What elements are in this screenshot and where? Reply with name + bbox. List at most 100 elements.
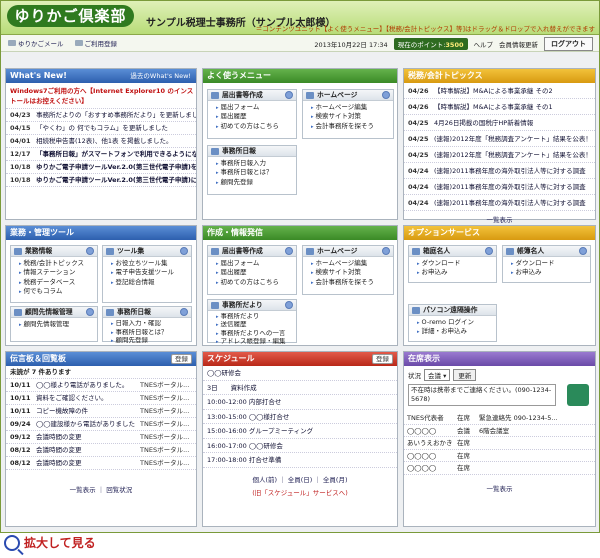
menu-link[interactable]: 送信履歴 [216, 321, 296, 329]
mail-button[interactable]: ゆりかごメール [4, 37, 68, 49]
schedule-item[interactable]: 10:00-12:00 内部打合せ [203, 395, 397, 410]
list-item[interactable]: 04/25 (速報)2012年度「税務調査アンケート」結果を公表！ [404, 147, 595, 163]
menu-link[interactable]: 事務所だよりへの一言 [216, 330, 296, 338]
schedule-item[interactable]: 3日 資料作成 [203, 381, 397, 395]
menu-link[interactable]: 登記総合情報 [111, 278, 191, 287]
menu-link[interactable]: 届出履歴 [216, 268, 296, 277]
menu-link[interactable]: 初めての方はこちら [216, 122, 296, 131]
table-row[interactable]: ◯◯◯◯ 会議 6階会議室 [404, 425, 595, 437]
menu-link[interactable]: 検索サイト対策 [311, 268, 393, 277]
list-item[interactable]: 04/25 4月26日掲載の国税庁HP新着情報 [404, 115, 595, 131]
list-item[interactable]: 04/24 (速報)2011事務年度の海外取引法人等に対する調査 [404, 179, 595, 195]
table-row[interactable]: 10/11 コピー機故障の件 TNESボータル... [6, 405, 196, 418]
menu-link[interactable]: 事務所日報とは？ [111, 329, 191, 338]
menu-link[interactable]: ホームページ編集 [311, 259, 393, 268]
list-item[interactable]: 04/23 事務所だよりの「おすすめ事務所だより」を更新しました [6, 109, 196, 122]
menu-link[interactable]: ダウンロード [511, 259, 590, 268]
gear-icon[interactable] [180, 308, 188, 316]
list-item[interactable]: 04/24 (速報)2011事務年度の海外取引法人等に対する調査 [404, 163, 595, 179]
status-update-button[interactable]: 更新 [453, 369, 477, 381]
menu-link[interactable]: アドレス帳登録・編集 [216, 338, 296, 346]
menu-link[interactable]: 税務/会計トピックス [19, 259, 97, 268]
topics-more-link[interactable]: 一覧表示 [404, 214, 595, 224]
zoom-link[interactable]: 拡大して見る [4, 534, 96, 551]
whatsnew-archive-link[interactable]: 過去のWhat's New! [130, 69, 191, 83]
menu-link[interactable]: 届出フォーム [216, 259, 296, 268]
schedule-item[interactable]: 13:00-15:00 ◯◯様打合せ [203, 410, 397, 424]
help-link[interactable]: ヘルプ [474, 39, 494, 49]
table-row[interactable]: 08/12 会議時間の変更 TNESボータル... [6, 444, 196, 457]
menu-link[interactable]: 税務データベース [19, 278, 97, 287]
gear-icon[interactable] [86, 247, 94, 255]
list-item[interactable]: 04/01 相続税申告書(12表)、他1表 を掲載しました。 [6, 135, 196, 148]
menu-link[interactable]: 届出履歴 [216, 112, 296, 121]
menu-link[interactable]: 顧問先登録 [216, 178, 296, 187]
register-button[interactable]: ご利用登録 [71, 37, 122, 49]
presence-more-link[interactable]: 一覧表示 [404, 483, 595, 493]
table-row[interactable]: あいうえおかき 在席 [404, 437, 595, 450]
gear-icon[interactable] [485, 247, 493, 255]
table-row[interactable]: 10/11 資料をご確認ください。 TNESボータル... [6, 392, 196, 405]
schedule-view-links[interactable]: 個人(前) ｜ 全員(日) ｜ 全員(月) [203, 474, 397, 484]
list-item[interactable]: Windows7ご利用の方へ【Internet Explorer10 のインスト… [6, 83, 196, 109]
menu-link[interactable]: ホームページ編集 [311, 103, 393, 112]
row-subject: 会議時間の変更 [36, 459, 82, 467]
gear-icon[interactable] [285, 247, 293, 255]
table-row[interactable]: 09/12 会議時間の変更 TNESボータル... [6, 431, 196, 444]
menu-link[interactable]: 会計事務所を探そう [311, 122, 393, 131]
gear-icon[interactable] [285, 91, 293, 99]
menu-link[interactable]: 顧問先情報管理 [19, 320, 97, 329]
menu-link[interactable]: 事務所日報入力 [216, 159, 296, 168]
logo[interactable]: ゆりかご倶楽部 [7, 5, 134, 27]
menu-link[interactable]: 何でもコラム [19, 287, 97, 296]
menu-link[interactable]: 情報ステーション [19, 268, 97, 277]
menu-link[interactable]: 詳細・お申込み [417, 327, 496, 336]
menu-link[interactable]: 届出フォーム [216, 103, 296, 112]
memo-textarea[interactable]: 不在時は携帯までご連絡ください。(090-1234-5678) [408, 384, 556, 406]
status-select[interactable]: 会議 ▾ [424, 369, 451, 381]
gear-icon[interactable] [382, 247, 390, 255]
menu-link[interactable]: O-remo ログイン [417, 318, 496, 327]
list-item[interactable]: 04/24 (速報)2011事務年度の海外取引法人等に対する調査 [404, 195, 595, 211]
menu-link[interactable]: ダウンロード [417, 259, 496, 268]
board-footer-links[interactable]: 一覧表示 ｜ 回覧状況 [6, 484, 196, 494]
menu-link[interactable]: 検索サイト対策 [311, 112, 393, 121]
list-item[interactable]: 10/18 ゆりかご電子申請ツールVer.2.0(第三世代電子申請)について [6, 174, 196, 187]
menu-link[interactable]: 顧問先登録 [111, 337, 191, 346]
menu-link[interactable]: 会計事務所を探そう [311, 278, 393, 287]
list-item[interactable]: 04/15 「やくわ」の 何でもコラム」を更新しました [6, 122, 196, 135]
list-item[interactable]: 04/26 【時事解説】M&Aによる事業承継 その1 [404, 99, 595, 115]
board-register-button[interactable]: 登録 [171, 354, 192, 364]
gear-icon[interactable] [382, 91, 390, 99]
schedule-item[interactable]: 15:00-16:00 グループミーティング [203, 424, 397, 439]
list-item[interactable]: 10/18 ゆりかご電子申請ツールVer.2.0(第三世代電子申請)を公開 [6, 161, 196, 174]
table-row[interactable]: ◯◯◯◯ 在席 [404, 462, 595, 475]
schedule-item[interactable]: ◯◯研修会 [203, 366, 397, 381]
legacy-schedule-link[interactable]: (旧「スケジュール」サービスへ) [203, 487, 397, 497]
menu-link[interactable]: お役立ちツール集 [111, 259, 191, 268]
menu-link[interactable]: 初めての方はこちら [216, 278, 296, 287]
gear-icon[interactable] [285, 301, 293, 309]
table-row[interactable]: 10/11 ◯◯様より電話がありました。 TNESボータル... [6, 379, 196, 392]
gear-icon[interactable] [579, 247, 587, 255]
schedule-register-button[interactable]: 登録 [372, 354, 393, 364]
list-item[interactable]: 04/25 (速報)2012年度「税務調査アンケート」結果を公表！ [404, 131, 595, 147]
menu-link[interactable]: 事務所日報とは？ [216, 168, 296, 177]
gear-icon[interactable] [180, 247, 188, 255]
member-update-link[interactable]: 会員情報更新 [499, 39, 538, 49]
logout-button[interactable]: ログアウト [544, 37, 593, 51]
schedule-item[interactable]: 17:00-18:00 打合せ準備 [203, 453, 397, 468]
list-item[interactable]: 04/26 【時事解説】M&Aによる事業承継 その2 [404, 83, 595, 99]
menu-link[interactable]: 日報入力・確認 [111, 320, 191, 329]
table-row[interactable]: 08/12 会議時間の変更 TNESボータル... [6, 457, 196, 470]
table-row[interactable]: ◯◯◯◯ 在席 [404, 450, 595, 462]
menu-link[interactable]: お申込み [511, 268, 590, 277]
list-item[interactable]: 12/17 「事務所日報」がスマートフォンで利用できるようになりました [6, 148, 196, 161]
menu-link[interactable]: お申込み [417, 268, 496, 277]
schedule-item[interactable]: 16:00-17:00 ◯◯研修会 [203, 439, 397, 453]
menu-link[interactable]: 電子申告支援ツール [111, 268, 191, 277]
gear-icon[interactable] [86, 308, 94, 316]
menu-link[interactable]: 事務所だより [216, 313, 296, 321]
table-row[interactable]: 09/24 ◯◯建設様から電話がありました TNESボータル... [6, 418, 196, 431]
table-row[interactable]: TNES代表者 在席 緊急連絡先 090-1234-5... [404, 412, 595, 425]
